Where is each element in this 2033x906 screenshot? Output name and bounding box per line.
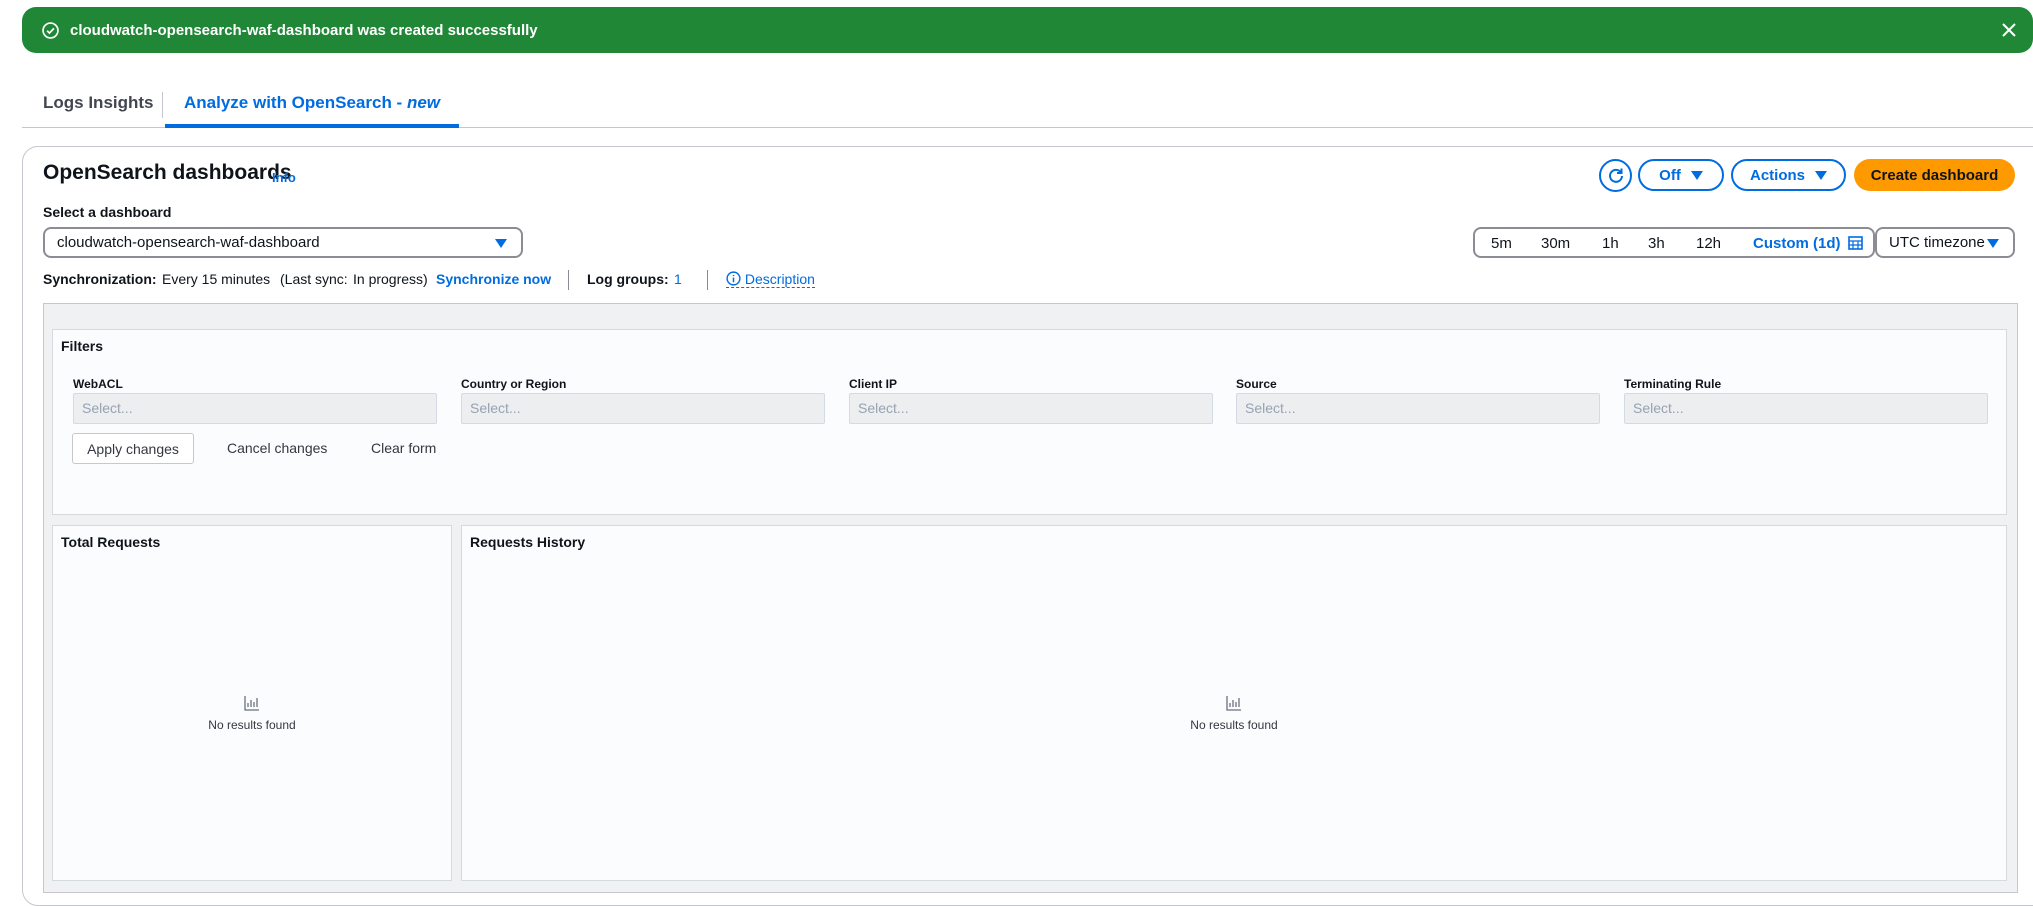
tab-analyze-with-opensearch[interactable]: Analyze with OpenSearch - new [165, 92, 460, 128]
clear-form-button[interactable]: Clear form [371, 440, 436, 456]
calendar-icon[interactable] [1848, 236, 1863, 250]
requests-history-panel: Requests History No results found [461, 525, 2007, 881]
tab-bar: Logs Insights Analyze with OpenSearch - … [22, 88, 2033, 128]
tab-analyze-label: Analyze with OpenSearch - [184, 93, 407, 112]
terminating-rule-label: Terminating Rule [1624, 377, 1722, 391]
refresh-interval-label: Off [1659, 166, 1681, 184]
caret-down-icon [1987, 239, 1999, 248]
actions-label: Actions [1749, 166, 1805, 184]
empty-state: No results found [53, 694, 451, 732]
range-12h[interactable]: 12h [1696, 235, 1721, 252]
total-requests-title: Total Requests [61, 534, 161, 550]
select-dashboard-label: Select a dashboard [43, 204, 172, 220]
divider [568, 270, 569, 290]
range-custom[interactable]: Custom (1d) [1753, 235, 1841, 252]
range-5m[interactable]: 5m [1491, 235, 1512, 252]
apply-changes-button[interactable]: Apply changes [72, 433, 194, 464]
chart-icon [1226, 696, 1241, 711]
refresh-icon [1608, 168, 1623, 183]
no-results-text: No results found [1190, 718, 1278, 732]
country-region-label: Country or Region [461, 377, 567, 391]
last-sync-value: In progress) [353, 271, 428, 287]
synchronize-now-link[interactable]: Synchronize now [436, 271, 551, 287]
webacl-label: WebACL [73, 377, 123, 391]
webacl-select[interactable]: Select... [73, 393, 437, 424]
success-flashbar: cloudwatch-opensearch-waf-dashboard was … [22, 7, 2033, 53]
flash-message: cloudwatch-opensearch-waf-dashboard was … [70, 21, 538, 39]
embedded-dashboard: Filters WebACL Select... Country or Regi… [43, 303, 2018, 893]
no-results-text: No results found [208, 718, 296, 732]
total-requests-panel: Total Requests No results found [52, 525, 452, 881]
terminating-rule-select[interactable]: Select... [1624, 393, 1988, 424]
country-region-select[interactable]: Select... [461, 393, 825, 424]
empty-state: No results found [462, 694, 2006, 732]
caret-down-icon [1815, 170, 1827, 180]
refresh-button[interactable] [1599, 159, 1632, 192]
tab-divider [162, 92, 163, 118]
tab-logs-insights[interactable]: Logs Insights [43, 92, 154, 128]
range-30m[interactable]: 30m [1541, 235, 1570, 252]
description-link[interactable]: Description [726, 271, 815, 288]
time-range-picker: 5m 30m 1h 3h 12h Custom (1d) [1473, 227, 1875, 258]
refresh-interval-dropdown[interactable]: Off [1638, 159, 1724, 191]
requests-history-title: Requests History [470, 534, 586, 550]
client-ip-select[interactable]: Select... [849, 393, 1213, 424]
dashboard-select[interactable]: cloudwatch-opensearch-waf-dashboard [43, 227, 523, 258]
caret-down-icon [495, 239, 507, 248]
filters-panel: Filters WebACL Select... Country or Regi… [52, 329, 2007, 515]
check-circle-icon [42, 21, 59, 39]
actions-dropdown[interactable]: Actions [1731, 159, 1846, 191]
range-3h[interactable]: 3h [1648, 235, 1665, 252]
log-groups-count-link[interactable]: 1 [674, 271, 682, 287]
page-title: OpenSearch dashboards [43, 161, 292, 184]
divider [707, 270, 708, 290]
chart-icon [244, 696, 259, 711]
sync-interval: Every 15 minutes [162, 271, 271, 287]
caret-down-icon [1690, 170, 1703, 180]
dashboard-select-value: cloudwatch-opensearch-waf-dashboard [57, 234, 320, 251]
info-icon [726, 271, 741, 286]
range-1h[interactable]: 1h [1602, 235, 1619, 252]
create-dashboard-button[interactable]: Create dashboard [1854, 159, 2015, 191]
source-select[interactable]: Select... [1236, 393, 1600, 424]
tab-new-label: new [406, 93, 441, 112]
timezone-select[interactable]: UTC timezone [1875, 227, 2015, 258]
cancel-changes-button[interactable]: Cancel changes [227, 440, 327, 456]
close-icon[interactable] [1999, 20, 2019, 40]
source-label: Source [1236, 377, 1277, 391]
info-link[interactable]: Info [272, 170, 296, 185]
client-ip-label: Client IP [849, 377, 898, 391]
filters-title: Filters [61, 338, 104, 354]
last-sync-label: (Last sync: [280, 271, 348, 287]
sync-label: Synchronization: [43, 271, 157, 287]
timezone-value: UTC timezone [1889, 234, 1985, 251]
log-groups-label: Log groups: [587, 271, 669, 287]
